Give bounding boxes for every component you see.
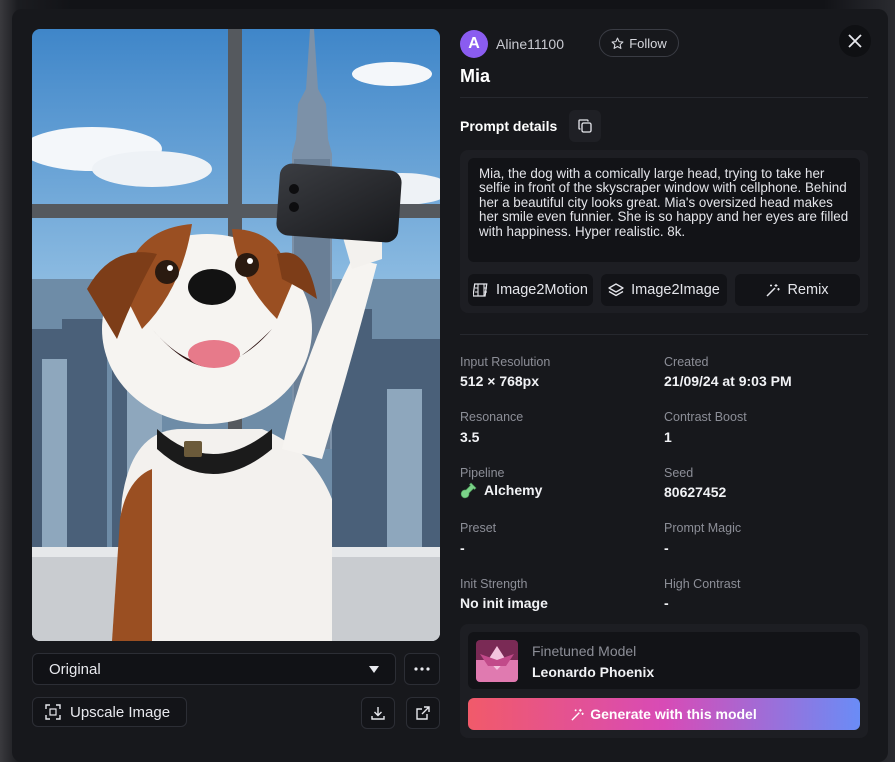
magic-wand-icon: [766, 284, 781, 297]
more-options-button[interactable]: [404, 653, 440, 685]
magic-wand-icon: [571, 708, 584, 721]
copy-prompt-button[interactable]: [569, 110, 601, 142]
copy-icon: [578, 119, 592, 133]
download-icon: [371, 707, 385, 720]
preset-value: -: [460, 540, 465, 556]
resonance-value: 3.5: [460, 429, 480, 445]
caret-down-icon: [369, 665, 379, 673]
close-button[interactable]: [839, 25, 871, 57]
prompt-magic-value: -: [664, 540, 669, 556]
upscale-icon: [45, 704, 61, 720]
image2image-button[interactable]: Image2Image: [601, 274, 727, 306]
variant-select-value: Original: [49, 660, 101, 678]
contrast-boost-label: Contrast Boost: [664, 410, 747, 424]
layers-icon: [608, 283, 624, 297]
image2motion-label: Image2Motion: [496, 282, 588, 298]
image2motion-button[interactable]: Image2Motion: [468, 274, 593, 306]
resonance-label: Resonance: [460, 410, 524, 424]
input-resolution-label: Input Resolution: [460, 355, 551, 369]
creator-info: A Aline11100: [460, 30, 564, 58]
alchemy-flask-icon: [460, 482, 477, 499]
film-icon: [473, 283, 488, 297]
download-button[interactable]: [361, 697, 395, 729]
more-dots-icon: [414, 667, 430, 671]
pipeline-value: Alchemy: [484, 482, 543, 498]
seed-label: Seed: [664, 466, 694, 480]
pipeline-value-row: Alchemy: [460, 481, 542, 499]
high-contrast-value: -: [664, 595, 669, 611]
image2image-label: Image2Image: [631, 282, 720, 298]
init-strength-value: No init image: [460, 595, 548, 611]
star-icon: [611, 37, 624, 49]
prompt-magic-label: Prompt Magic: [664, 521, 742, 535]
contrast-boost-value: 1: [664, 429, 672, 445]
finetuned-model-card[interactable]: [468, 632, 860, 689]
init-strength-label: Init Strength: [460, 577, 528, 591]
variant-select[interactable]: Original: [32, 653, 396, 685]
finetuned-model-label: Finetuned Model: [532, 643, 637, 659]
generated-image[interactable]: [32, 29, 440, 641]
image-title: Mia: [460, 66, 491, 86]
model-name: Leonardo Phoenix: [532, 664, 655, 680]
upscale-image-label: Upscale Image: [70, 703, 171, 721]
high-contrast-label: High Contrast: [664, 577, 741, 591]
prompt-text: Mia, the dog with a comically large head…: [468, 158, 860, 262]
seed-value: 80627452: [664, 484, 727, 500]
creator-username[interactable]: Aline11100: [496, 36, 564, 52]
created-label: Created: [664, 355, 709, 369]
model-thumbnail: [476, 640, 518, 682]
prompt-details-heading: Prompt details: [460, 118, 558, 134]
generate-label: Generate with this model: [590, 706, 757, 722]
dog-selfie-illustration: [32, 29, 440, 641]
avatar[interactable]: A: [460, 30, 488, 58]
divider: [460, 97, 868, 98]
divider: [460, 334, 868, 335]
preset-label: Preset: [460, 521, 497, 535]
close-icon: [848, 34, 862, 48]
open-external-button[interactable]: [406, 697, 440, 729]
remix-label: Remix: [787, 282, 829, 298]
created-value: 21/09/24 at 9:03 PM: [664, 373, 792, 389]
pipeline-label: Pipeline: [460, 466, 505, 480]
input-resolution-value: 512 × 768px: [460, 373, 540, 389]
remix-button[interactable]: Remix: [735, 274, 860, 306]
follow-button[interactable]: Follow: [599, 29, 679, 57]
upscale-image-button[interactable]: Upscale Image: [32, 697, 187, 727]
generate-with-model-button[interactable]: Generate with this model: [468, 698, 860, 730]
follow-label: Follow: [629, 35, 667, 51]
external-link-icon: [416, 706, 430, 720]
